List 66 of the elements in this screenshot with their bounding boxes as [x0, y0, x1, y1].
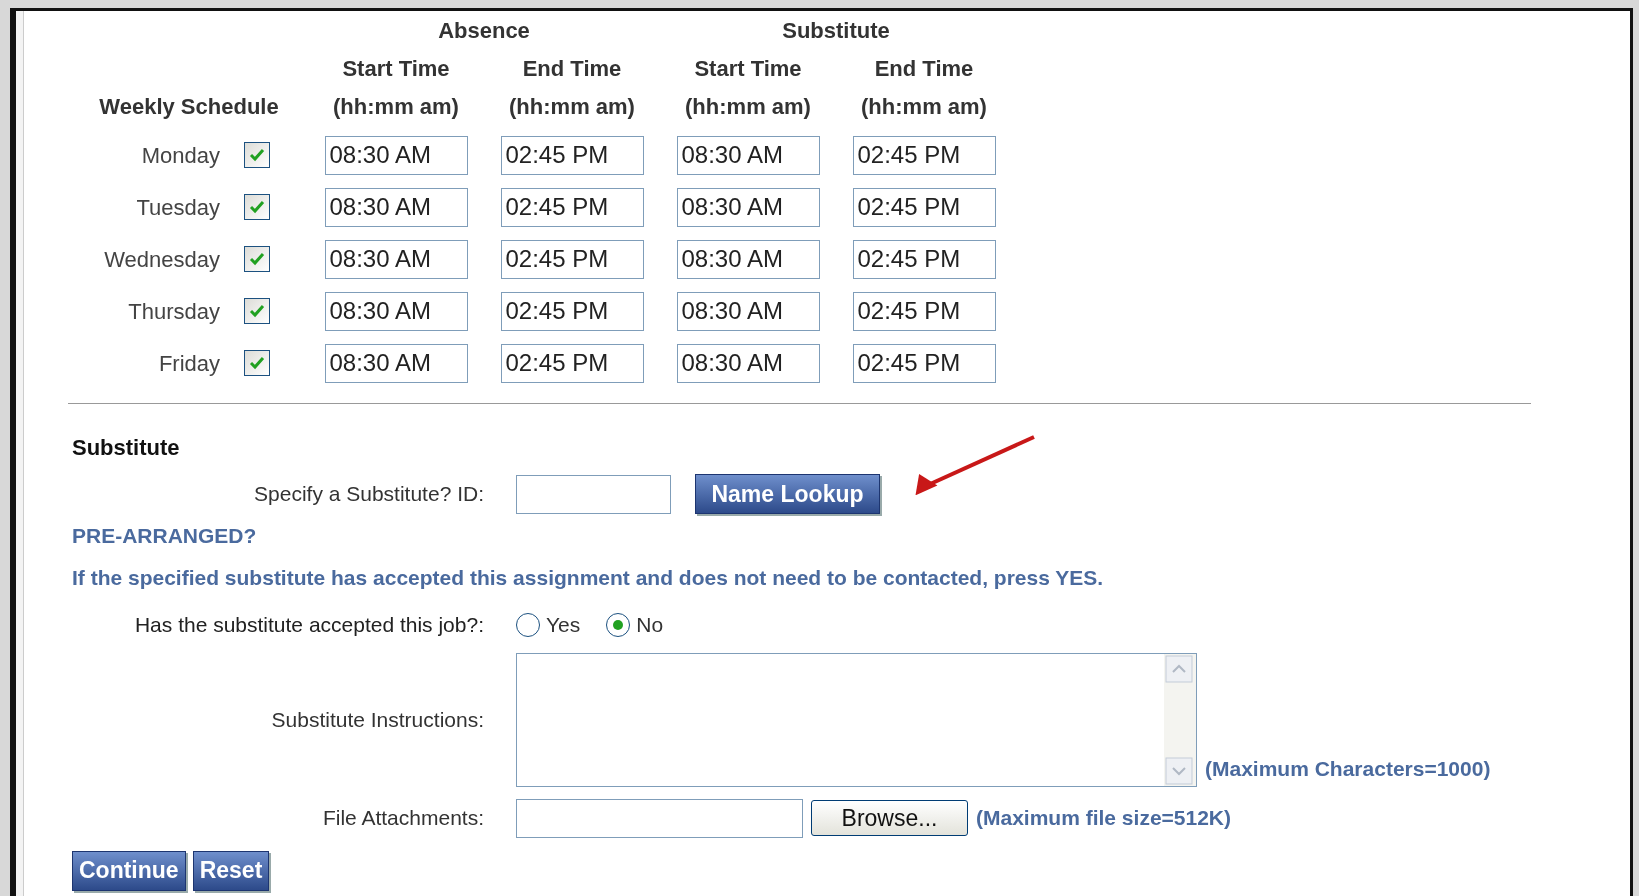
- time-field[interactable]: 08:30 AM: [676, 239, 820, 279]
- time-field[interactable]: 08:30 AM: [676, 343, 820, 383]
- checkbox[interactable]: [244, 142, 270, 168]
- group-header: Absence: [438, 17, 530, 43]
- time-field[interactable]: 08:30 AM: [324, 187, 468, 227]
- check-icon: [248, 250, 266, 268]
- column-header: End Time: [874, 55, 974, 81]
- field-label: Has the substitute accepted this job?:: [134, 613, 484, 636]
- form-button[interactable]: Reset: [192, 850, 270, 891]
- day-label: Friday: [158, 350, 220, 376]
- radio-button[interactable]: [516, 612, 540, 637]
- time-field[interactable]: 02:45 PM: [852, 291, 996, 331]
- time-field[interactable]: 02:45 PM: [852, 135, 996, 175]
- max-characters-hint: (Maximum Characters=1000): [1205, 756, 1491, 782]
- check-icon: [248, 302, 266, 320]
- time-field[interactable]: 02:45 PM: [500, 239, 644, 279]
- column-header: Start Time: [342, 55, 450, 81]
- time-format: (hh:mm am): [685, 93, 811, 119]
- radio-button[interactable]: [606, 612, 631, 637]
- time-field[interactable]: 08:30 AM: [324, 135, 468, 175]
- time-field[interactable]: 02:45 PM: [852, 343, 996, 383]
- check-icon: [248, 198, 266, 216]
- time-field[interactable]: 02:45 PM: [852, 187, 996, 227]
- prearranged-note: If the specified substitute has accepted this assignment and does not need to be contacted, press YES.: [72, 565, 1104, 589]
- column-header: Start Time: [694, 55, 802, 81]
- substitute-id-field[interactable]: [516, 474, 671, 514]
- browse-button[interactable]: Browse...: [811, 800, 968, 836]
- field-label: Substitute Instructions:: [271, 707, 484, 731]
- file-size-hint: (Maximum file size=512K): [976, 805, 1231, 832]
- time-field[interactable]: 08:30 AM: [324, 239, 468, 279]
- time-field[interactable]: 08:30 AM: [676, 291, 820, 331]
- section-heading: Substitute: [72, 435, 180, 460]
- time-field[interactable]: 02:45 PM: [500, 343, 644, 383]
- time-format: (hh:mm am): [333, 93, 459, 119]
- radio-label: No: [636, 612, 664, 638]
- day-label: Tuesday: [136, 194, 220, 220]
- form-button[interactable]: Continue: [72, 850, 186, 891]
- time-format: (hh:mm am): [509, 93, 635, 119]
- time-field[interactable]: 08:30 AM: [676, 187, 820, 227]
- schedule-label: Weekly Schedule: [99, 93, 279, 119]
- time-field[interactable]: 02:45 PM: [500, 187, 644, 227]
- file-field[interactable]: [516, 798, 803, 838]
- time-field[interactable]: 08:30 AM: [676, 135, 820, 175]
- checkbox[interactable]: [244, 194, 270, 220]
- name-lookup-button[interactable]: Name Lookup: [695, 474, 880, 514]
- time-field[interactable]: 08:30 AM: [324, 343, 468, 383]
- time-format: (hh:mm am): [861, 93, 987, 119]
- day-label: Monday: [141, 142, 220, 168]
- field-label: Specify a Substitute? ID:: [254, 482, 484, 506]
- time-field[interactable]: 02:45 PM: [500, 291, 644, 331]
- time-field[interactable]: 02:45 PM: [852, 239, 996, 279]
- checkbox[interactable]: [244, 350, 270, 376]
- time-field[interactable]: 08:30 AM: [324, 291, 468, 331]
- time-field[interactable]: 02:45 PM: [500, 135, 644, 175]
- day-label: Thursday: [128, 298, 220, 324]
- check-icon: [248, 146, 266, 164]
- check-icon: [248, 354, 266, 372]
- column-header: End Time: [522, 55, 622, 81]
- checkbox[interactable]: [244, 298, 270, 324]
- instructions-field[interactable]: [516, 652, 1197, 787]
- day-label: Wednesday: [104, 246, 220, 272]
- group-header: Substitute: [782, 17, 890, 43]
- checkbox[interactable]: [244, 246, 270, 272]
- prearranged-title: PRE-ARRANGED?: [72, 524, 257, 547]
- field-label: File Attachments:: [322, 806, 484, 830]
- radio-label: Yes: [546, 612, 581, 638]
